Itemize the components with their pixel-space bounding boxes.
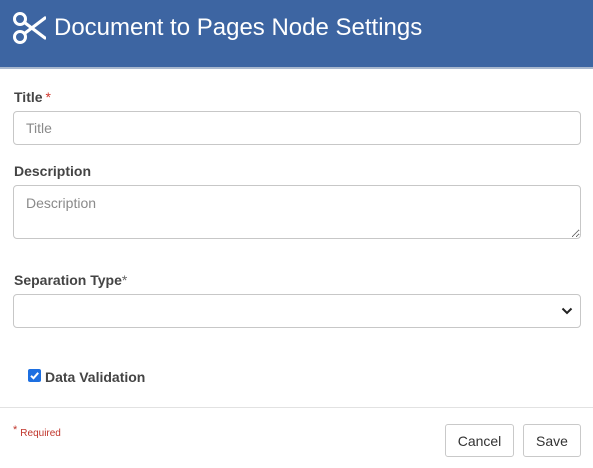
description-label: Description	[14, 163, 92, 179]
data-validation-checkbox[interactable]	[28, 369, 41, 382]
cancel-button[interactable]: Cancel	[445, 424, 514, 457]
required-marker: *	[121, 272, 128, 288]
required-note: * Required	[13, 424, 61, 439]
scissors-icon	[13, 12, 46, 44]
separation-type-select[interactable]	[13, 294, 581, 328]
footer-divider	[0, 407, 593, 408]
checkmark-icon	[30, 372, 39, 380]
chevron-down-icon	[561, 307, 573, 315]
required-marker: *	[13, 424, 18, 436]
data-validation-label: Data Validation	[45, 369, 146, 385]
save-button[interactable]: Save	[523, 424, 581, 457]
title-input[interactable]	[13, 111, 581, 145]
dialog-header: Document to Pages Node Settings	[0, 0, 593, 69]
dialog-title: Document to Pages Node Settings	[54, 14, 423, 41]
description-textarea[interactable]	[13, 185, 581, 239]
separation-type-label: Separation Type*	[14, 272, 128, 288]
title-label: Title *	[14, 89, 51, 105]
required-marker: *	[45, 89, 51, 105]
